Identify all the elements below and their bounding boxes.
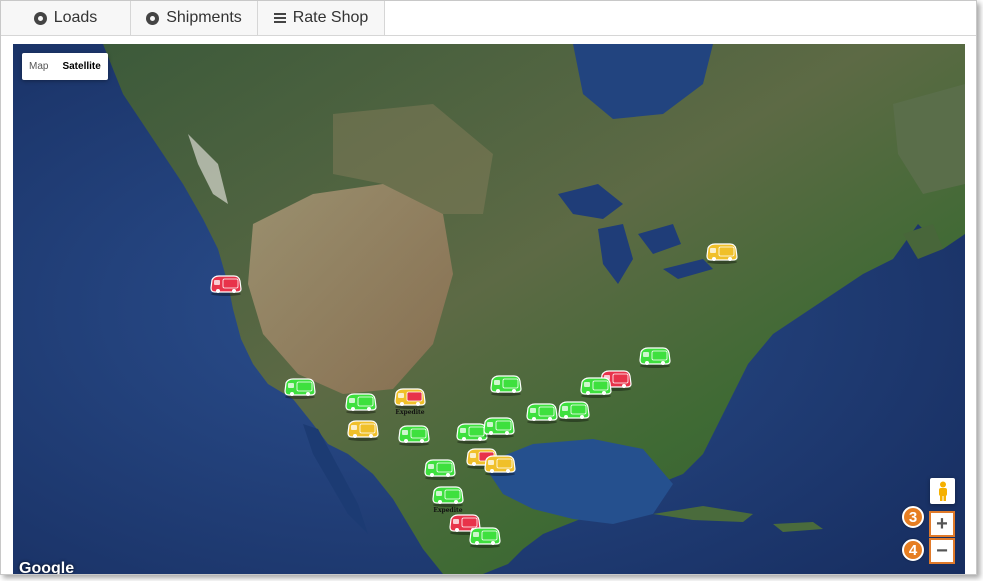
- truck-icon: [639, 347, 671, 368]
- truck-icon: [580, 377, 612, 398]
- truck-marker-ok[interactable]: [283, 377, 317, 404]
- truck-marker-mixed[interactable]: Expedite: [393, 387, 427, 416]
- truck-icon: [394, 388, 426, 409]
- truck-icon: [469, 527, 501, 548]
- truck-marker-ok[interactable]: [468, 526, 502, 553]
- map-terrain: [13, 44, 965, 574]
- truck-marker-ok[interactable]: [423, 458, 457, 485]
- truck-icon: [483, 417, 515, 438]
- tab-shipments-label: Shipments: [166, 9, 242, 26]
- truck-marker-ok[interactable]: [525, 402, 559, 429]
- pegman-icon: [938, 481, 947, 501]
- map-type-map-button[interactable]: Map: [22, 53, 55, 80]
- truck-icon: [284, 378, 316, 399]
- street-view-pegman[interactable]: [930, 478, 955, 504]
- google-attribution: Google: [19, 560, 75, 574]
- truck-icon: [210, 275, 242, 296]
- tab-loads-label: Loads: [53, 9, 98, 26]
- map-type-satellite-button[interactable]: Satellite: [55, 53, 107, 80]
- callout-badge-zoom-out: 4: [902, 539, 924, 561]
- list-icon: [273, 13, 286, 23]
- truck-marker-warning[interactable]: [705, 242, 739, 269]
- truck-icon: [484, 455, 516, 476]
- truck-marker-ok[interactable]: [489, 374, 523, 401]
- radio-ring-icon: [33, 11, 47, 25]
- tab-rate-shop-label: Rate Shop: [292, 9, 369, 26]
- truck-icon: [432, 486, 464, 507]
- tab-shipments[interactable]: Shipments: [131, 1, 258, 35]
- truck-marker-ok[interactable]: [579, 376, 613, 403]
- truck-marker-ok[interactable]: [482, 416, 516, 443]
- tab-rate-shop[interactable]: Rate Shop: [258, 1, 385, 35]
- map-type-control: Map Satellite: [22, 53, 108, 80]
- tab-loads[interactable]: Loads: [1, 1, 131, 35]
- callout-badge-zoom-in: 3: [902, 506, 924, 528]
- truck-icon: [526, 403, 558, 424]
- truck-marker-warning[interactable]: [483, 454, 517, 481]
- truck-icon: [558, 401, 590, 422]
- app-frame: Loads Shipments Rate Shop Map Satellite …: [0, 0, 977, 575]
- tab-bar: Loads Shipments Rate Shop: [1, 1, 976, 36]
- truck-marker-ok[interactable]: Expedite: [431, 485, 465, 514]
- satellite-map[interactable]: Map Satellite Expedite Expedite 3 4 + − G…: [13, 44, 965, 574]
- truck-icon: [398, 425, 430, 446]
- zoom-out-button[interactable]: −: [929, 538, 955, 564]
- truck-icon: [347, 420, 379, 441]
- truck-marker-warning[interactable]: [346, 419, 380, 446]
- truck-icon: [706, 243, 738, 264]
- truck-icon: [490, 375, 522, 396]
- truck-marker-ok[interactable]: [397, 424, 431, 451]
- radio-ring-icon: [146, 11, 160, 25]
- truck-icon: [345, 393, 377, 414]
- truck-icon: [424, 459, 456, 480]
- marker-label: Expedite: [395, 409, 425, 416]
- truck-marker-ok[interactable]: [638, 346, 672, 373]
- truck-marker-ok[interactable]: [557, 400, 591, 427]
- truck-marker-alert[interactable]: [209, 274, 243, 301]
- zoom-in-button[interactable]: +: [929, 511, 955, 537]
- truck-marker-ok[interactable]: [344, 392, 378, 419]
